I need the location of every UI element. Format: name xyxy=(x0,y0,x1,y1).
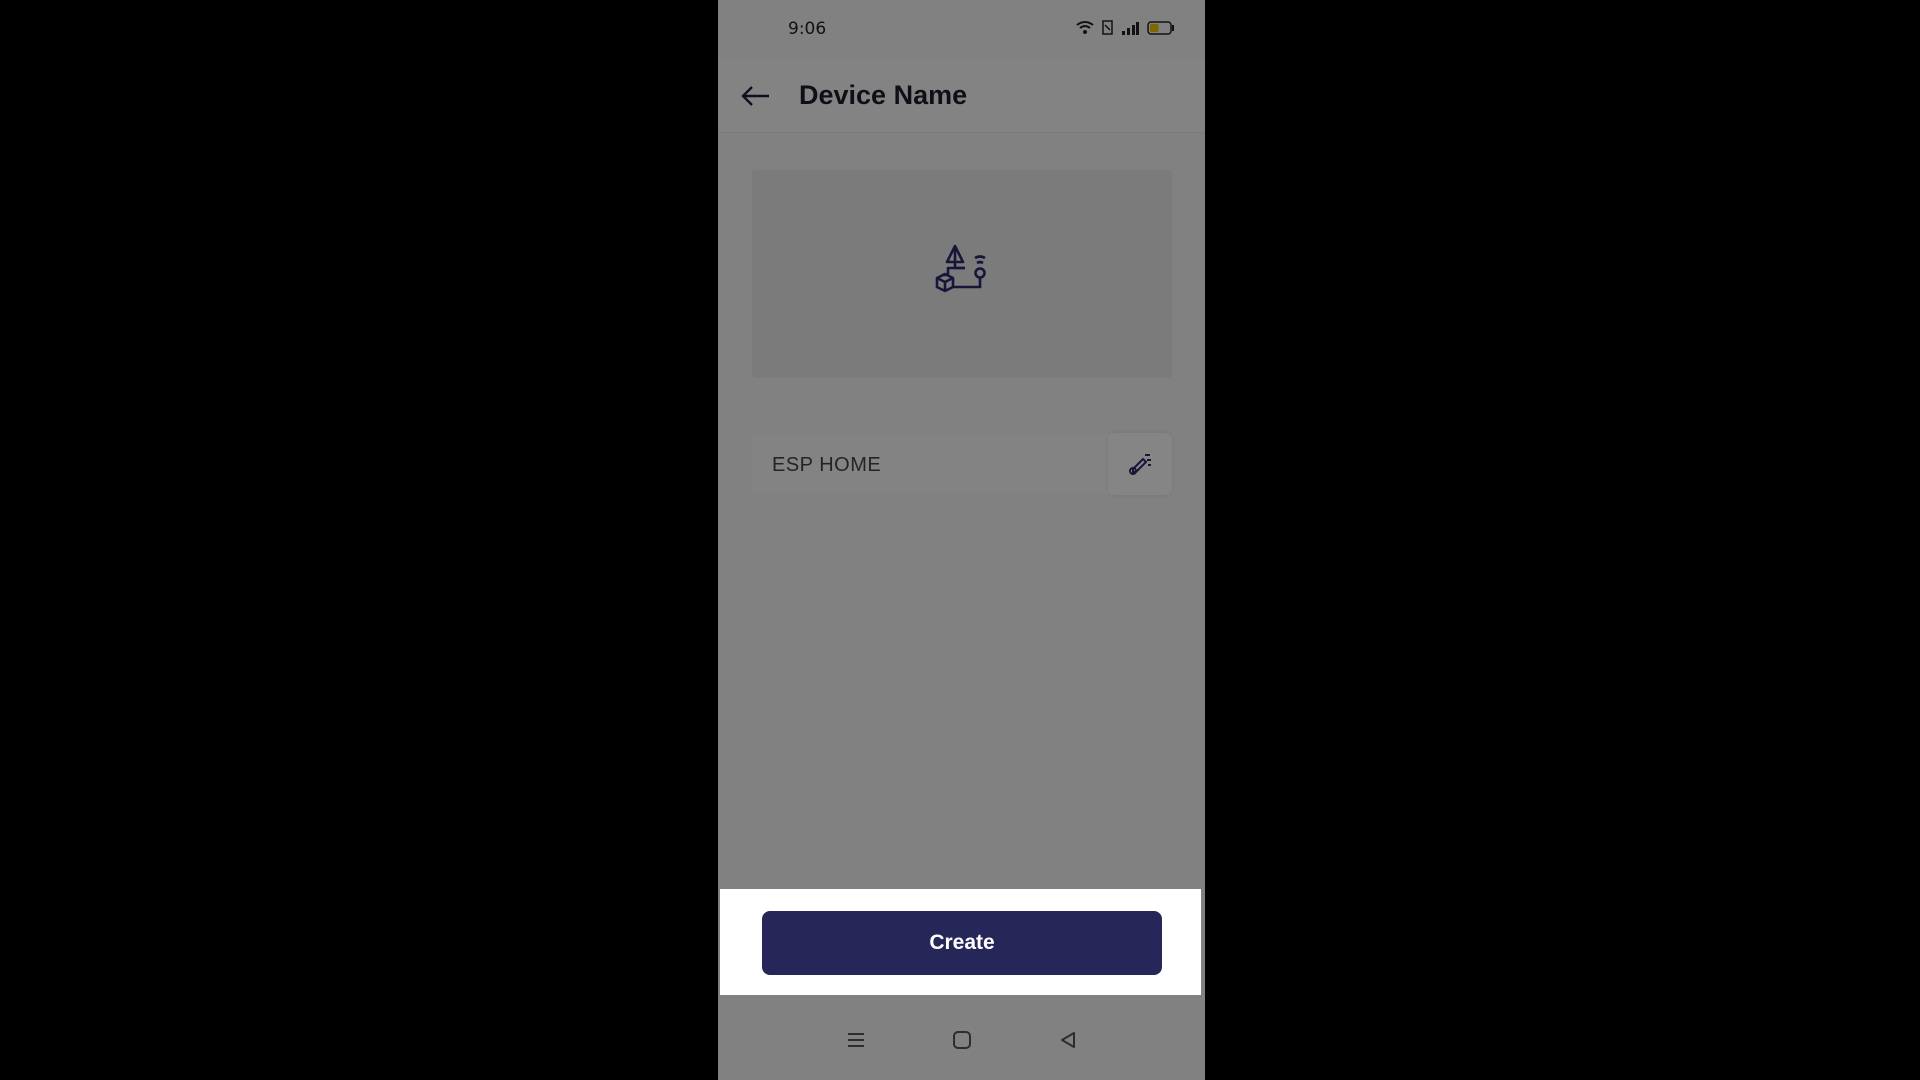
back-triangle-icon[interactable] xyxy=(1058,1030,1078,1050)
home-icon[interactable] xyxy=(952,1030,972,1050)
signal-icon xyxy=(1121,21,1139,35)
battery-icon xyxy=(1147,20,1175,35)
edit-name-button[interactable] xyxy=(1108,433,1172,495)
page-title: Device Name xyxy=(799,80,968,110)
system-nav-bar xyxy=(718,1000,1205,1080)
bottom-sheet: Create xyxy=(720,889,1201,995)
status-time: 9:06 xyxy=(788,19,827,39)
device-shapes-icon xyxy=(928,242,994,308)
app-header: Device Name xyxy=(718,60,1205,133)
arrow-left-icon[interactable] xyxy=(738,78,774,114)
device-name-field[interactable]: ESP HOME xyxy=(752,434,1112,494)
status-bar: 9:06 xyxy=(718,0,1205,60)
create-button[interactable]: Create xyxy=(762,911,1162,975)
menu-icon[interactable] xyxy=(846,1031,866,1049)
sim-icon xyxy=(1102,20,1113,35)
status-icons xyxy=(1076,20,1175,35)
device-image-card[interactable] xyxy=(752,170,1172,378)
device-name-value: ESP HOME xyxy=(772,454,882,476)
wifi-icon xyxy=(1076,20,1094,35)
